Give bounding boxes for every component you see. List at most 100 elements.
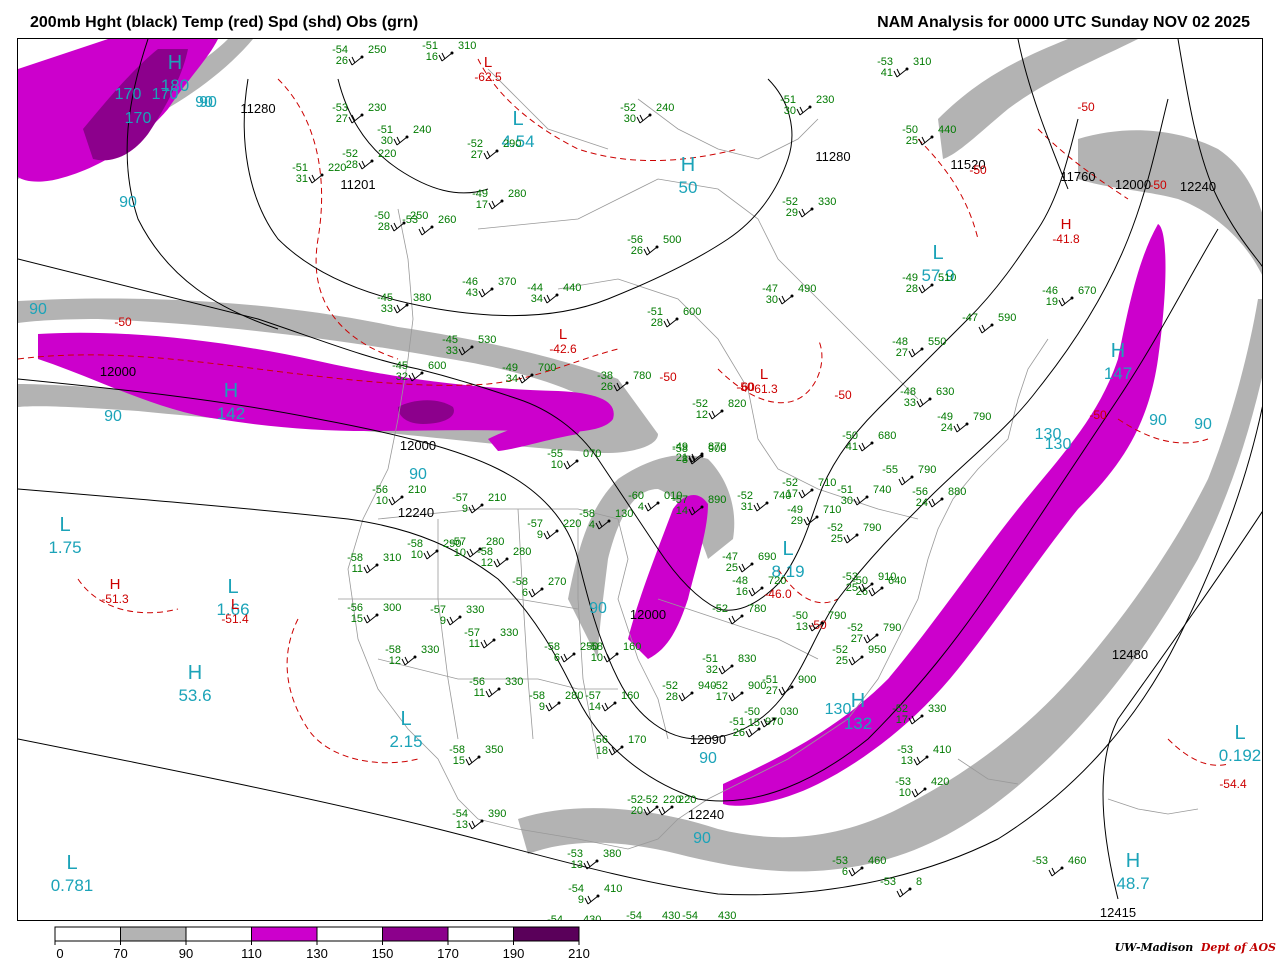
wind-barb <box>401 656 416 666</box>
obs-dewpoint-depression: 14 <box>589 701 601 713</box>
station-plot: -57 33011 <box>464 627 518 650</box>
obs-height: 300 <box>383 602 401 614</box>
wind-barb <box>798 489 813 499</box>
speed-contour-label: 90 <box>199 94 217 111</box>
station-plot: -53 260 <box>402 214 456 236</box>
wind-barb <box>896 888 911 898</box>
obs-dewpoint-depression: 19 <box>1046 296 1058 308</box>
obs-dewpoint-depression: 18 <box>596 745 608 757</box>
height-center-letter: H <box>1126 850 1140 872</box>
wind-barb <box>488 200 503 210</box>
height-center-letter: L <box>512 108 523 130</box>
obs-dewpoint-depression: 26 <box>733 727 745 739</box>
obs-height: 530 <box>478 334 496 346</box>
obs-height: 690 <box>758 551 776 563</box>
obs-height: 880 <box>948 486 966 498</box>
wind-barb <box>393 304 408 314</box>
wind-barb <box>858 442 873 452</box>
temp-center-letter: H <box>1061 216 1072 233</box>
height-center-value: 2.15 <box>389 732 422 751</box>
obs-temperature: -53 <box>1032 855 1048 867</box>
obs-dewpoint-depression: 12 <box>481 557 493 569</box>
wind-barb <box>798 208 813 218</box>
obs-height: 160 <box>623 641 641 653</box>
wind-barb <box>358 160 373 170</box>
obs-temperature: -52 <box>712 603 728 615</box>
legend-threshold-label: 170 <box>437 946 459 960</box>
wind-barb <box>745 728 760 738</box>
obs-dewpoint-depression: 25 <box>831 533 843 545</box>
obs-height: 070 <box>583 448 601 460</box>
obs-height: 780 <box>633 370 651 382</box>
station-plot: -52 79025 <box>827 522 881 545</box>
wind-barb <box>908 348 923 358</box>
station-plot: -52 29027 <box>467 138 521 161</box>
height-contour-label: 11280 <box>815 149 850 164</box>
obs-height: 8 <box>916 876 922 888</box>
legend-swatch <box>120 926 187 942</box>
speed-contour-label: 90 <box>693 830 711 847</box>
height-contour-label: 12090 <box>690 732 726 747</box>
wind-barb <box>708 410 723 420</box>
station-plot: -57 2109 <box>452 492 506 515</box>
height-contour-label: 12000 <box>400 438 436 453</box>
credit-line: UW-Madison Dept of AOS <box>1115 941 1276 954</box>
station-plot: -48 63033 <box>900 386 954 409</box>
obs-dewpoint-depression: 14 <box>676 505 688 517</box>
legend-threshold-label: 150 <box>372 946 394 960</box>
legend-threshold-label: 0 <box>56 946 63 960</box>
station-plot: -57 2209 <box>527 518 581 541</box>
obs-height: 130 <box>615 508 633 520</box>
obs-dewpoint-depression: 6 <box>554 652 560 664</box>
obs-dewpoint-depression: 27 <box>471 149 483 161</box>
obs-dewpoint-depression: 32 <box>396 371 408 383</box>
height-center-letter: H <box>224 380 238 402</box>
wind-barb <box>545 702 560 712</box>
obs-height: 330 <box>505 676 523 688</box>
obs-height: 740 <box>873 484 891 496</box>
wind-barb <box>560 653 575 663</box>
height-center-value: 50 <box>679 178 698 197</box>
height-contour-label: 12000 <box>630 607 666 622</box>
obs-height: 010 <box>664 490 682 502</box>
obs-height: 430 <box>583 914 601 921</box>
obs-dewpoint-depression: 43 <box>466 287 478 299</box>
station-plot: -53 460 <box>1032 855 1086 877</box>
obs-height: 410 <box>604 883 622 895</box>
obs-height: 420 <box>931 776 949 788</box>
height-center-letter: L <box>932 242 943 264</box>
obs-temperature: -53 <box>402 214 418 226</box>
height-center-letter: H <box>188 662 202 684</box>
temp-contour-label: -50 <box>834 388 852 402</box>
obs-height: 820 <box>728 398 746 410</box>
wind-barb <box>748 587 763 597</box>
station-plot: -57 3309 <box>430 604 484 627</box>
wind-barb <box>848 867 863 877</box>
obs-dewpoint-depression: 4 <box>638 501 644 513</box>
obs-dewpoint-depression: 32 <box>706 664 718 676</box>
obs-height: 220 <box>678 794 696 806</box>
obs-height: 310 <box>458 40 476 52</box>
speed-contour-label: 90 <box>409 466 427 483</box>
obs-dewpoint-depression: 12 <box>696 409 708 421</box>
obs-dewpoint-depression: 16 <box>426 51 438 63</box>
wind-barb <box>483 150 498 160</box>
legend-threshold-label: 110 <box>241 946 262 960</box>
station-plot: -53 31041 <box>877 56 931 79</box>
temp-contour-label: -50 <box>1089 408 1107 422</box>
wind-barb <box>848 656 863 666</box>
obs-height: 790 <box>828 610 846 622</box>
obs-temperature: -53 <box>880 876 896 888</box>
obs-dewpoint-depression: 11 <box>469 638 480 650</box>
station-plot: -53 41013 <box>897 744 951 767</box>
wind-barb <box>1048 867 1063 877</box>
station-plot: -51 23030 <box>780 94 834 117</box>
wind-barb <box>728 692 743 702</box>
obs-dewpoint-depression: 28 <box>651 317 663 329</box>
obs-height: 330 <box>466 604 484 616</box>
station-plot: -49 28017 <box>472 188 526 211</box>
obs-height: 710 <box>823 504 841 516</box>
obs-dewpoint-depression: 26 <box>631 245 643 257</box>
wind-barb <box>898 476 913 486</box>
obs-temperature: -52 <box>642 794 658 806</box>
